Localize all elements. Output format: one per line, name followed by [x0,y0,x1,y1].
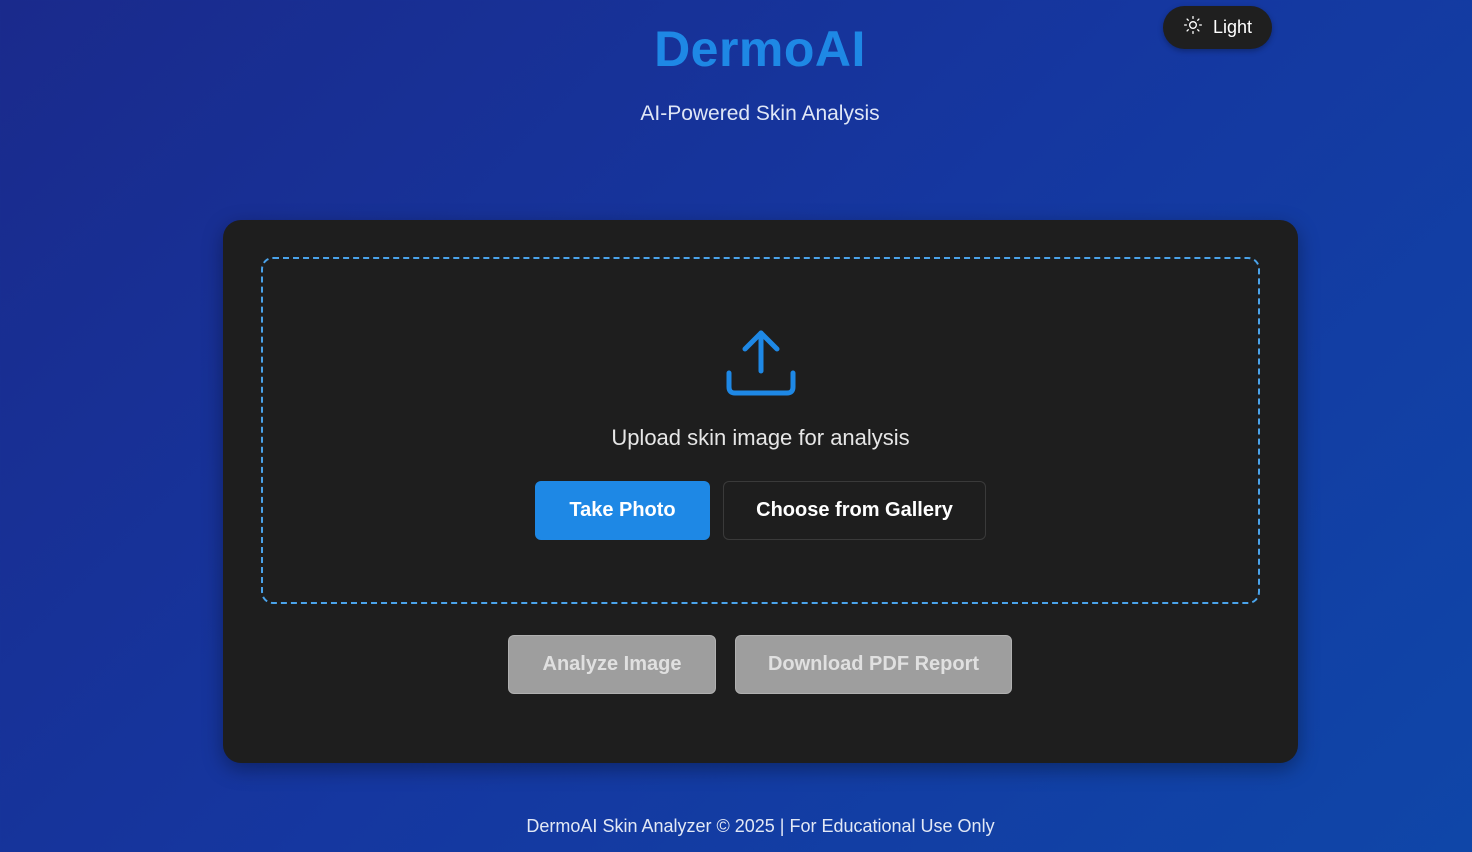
choose-from-gallery-button[interactable]: Choose from Gallery [723,481,986,540]
theme-toggle-button[interactable]: Light [1163,6,1272,49]
theme-toggle-label: Light [1212,17,1253,37]
footer-text: DermoAI Skin Analyzer © 2025 | For Educa… [526,816,995,836]
sun-icon [1183,15,1203,40]
analysis-card: Upload skin image for analysis Take Phot… [223,220,1298,763]
analyze-image-button[interactable]: Analyze Image [508,635,716,694]
upload-icon [725,327,797,399]
take-photo-button[interactable]: Take Photo [535,481,710,540]
app-subtitle: AI-Powered Skin Analysis [640,102,880,125]
upload-prompt: Upload skin image for analysis [611,425,910,450]
upload-dropzone[interactable]: Upload skin image for analysis Take Phot… [261,257,1260,604]
download-pdf-report-button[interactable]: Download PDF Report [735,635,1012,694]
